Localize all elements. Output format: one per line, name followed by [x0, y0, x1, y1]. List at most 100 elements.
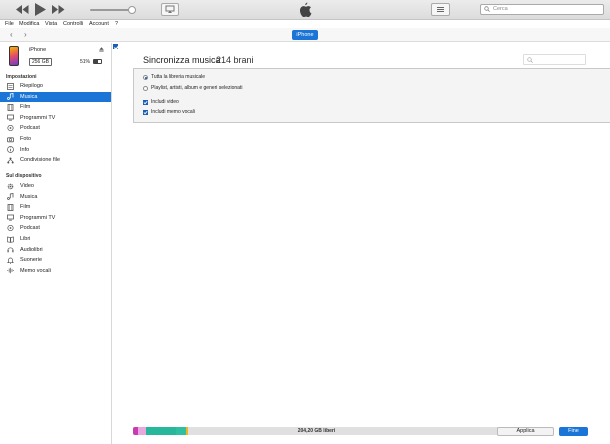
search-input[interactable]: Cerca [480, 4, 604, 15]
list-view-button[interactable] [431, 3, 450, 16]
sidebar-item-label: Film [20, 104, 31, 111]
sidebar-item-info[interactable]: Info [0, 145, 111, 155]
include-voice-memos-option[interactable]: Includi memo vocali [143, 109, 195, 116]
search-icon [527, 57, 533, 63]
menu-help[interactable]: ? [115, 20, 118, 28]
battery-fill [94, 60, 98, 63]
sidebar-item-libri[interactable]: Libri [0, 234, 111, 244]
radio-entire-library[interactable]: Tutta la libreria musicale [143, 74, 205, 81]
settings-section-title: Impostazioni [6, 74, 37, 80]
sidebar-item-label: Film [20, 204, 31, 211]
battery-percent: 51% [80, 59, 91, 65]
sidebar-item-label: Musica [20, 193, 38, 200]
gear-video-icon [7, 183, 14, 189]
bell-icon [7, 257, 14, 264]
radio-button[interactable] [143, 86, 148, 91]
include-voice-memos-checkbox[interactable] [143, 110, 148, 115]
radio-button-selected[interactable] [143, 75, 148, 80]
sidebar-item-film[interactable]: Film [0, 202, 111, 212]
free-space-label: 204,20 GB liberi [297, 428, 336, 434]
apply-button[interactable]: Applica [497, 427, 554, 436]
sidebar-item-musica[interactable]: Musica [0, 91, 111, 102]
checkmark-icon [143, 101, 148, 105]
audiobook-icon [7, 247, 14, 253]
toolbar: Cerca [0, 0, 610, 20]
search-placeholder: Cerca [493, 6, 508, 12]
iphone-thumbnail [9, 46, 19, 66]
info-icon [7, 146, 14, 153]
camera-icon [7, 136, 14, 142]
eject-icon[interactable] [99, 47, 104, 52]
sidebar-item-suonerie[interactable]: Suonerie [0, 255, 111, 265]
menu-controlli[interactable]: Controlli [63, 20, 83, 28]
include-videos-option[interactable]: Includi video [143, 99, 179, 106]
sidebar-item-programmi-tv[interactable]: Programmi TV [0, 213, 111, 223]
sidebar-item-label: Condivisione file [20, 157, 61, 164]
back-arrow-icon[interactable]: ‹ [10, 30, 13, 40]
volume-slider[interactable] [90, 9, 132, 11]
sidebar-item-film[interactable]: Film [0, 102, 111, 112]
sidebar-item-audiolibri[interactable]: Audiolibri [0, 245, 111, 255]
sidebar-item-memo-vocali[interactable]: Memo vocali [0, 266, 111, 276]
sidebar-item-podcast[interactable]: Podcast [0, 223, 111, 233]
filter-input[interactable] [523, 54, 586, 65]
sidebar-item-programmi-tv[interactable]: Programmi TV [0, 113, 111, 123]
book-icon [7, 236, 14, 243]
checkmark-icon [113, 45, 120, 50]
fast-forward-icon[interactable] [52, 5, 65, 14]
sidebar-item-label: Info [20, 146, 30, 153]
navigation-row: ‹ › iPhone [0, 28, 610, 42]
rewind-icon[interactable] [16, 5, 29, 14]
menu-file[interactable]: File [5, 20, 14, 28]
tv-icon [7, 114, 14, 121]
sidebar-item-condivisione-file[interactable]: Condivisione file [0, 155, 111, 165]
play-icon[interactable] [35, 3, 46, 16]
sync-options-panel: Tutta la libreria musicale Playlist, art… [133, 68, 610, 123]
sidebar-item-label: Podcast [20, 225, 40, 232]
device-summary[interactable]: iPhone 256 GB 51% [0, 43, 112, 71]
music-note-icon [7, 193, 14, 200]
checkmark-icon [143, 111, 148, 115]
sidebar-item-podcast[interactable]: Podcast [0, 123, 111, 133]
storage-capacity-bar: 204,20 GB liberi [133, 427, 500, 435]
sync-song-count: 214 brani [216, 55, 254, 65]
sidebar-item-label: Programmi TV [20, 214, 56, 221]
summary-icon [7, 82, 14, 90]
include-voice-memos-label: Includi memo vocali [151, 109, 195, 115]
include-videos-label: Includi video [151, 99, 179, 105]
device-section-title: Sul dispositivo [6, 173, 42, 179]
forward-arrow-icon[interactable]: › [24, 30, 27, 40]
sync-music-checkbox[interactable] [113, 44, 120, 50]
sidebar-item-label: Foto [20, 136, 32, 142]
menu-vista[interactable]: Vista [45, 20, 57, 28]
sync-music-title: Sincronizza musica [143, 55, 221, 65]
main-content: Sincronizza musica 214 brani Tutta la li… [113, 43, 610, 444]
radio-entire-library-label: Tutta la libreria musicale [151, 74, 206, 80]
menu-modifica[interactable]: Modifica [19, 20, 39, 28]
done-button[interactable]: Fine [559, 427, 588, 436]
music-note-icon [7, 93, 14, 100]
volume-knob[interactable] [128, 6, 136, 14]
sidebar-item-musica[interactable]: Musica [0, 192, 111, 202]
sidebar-item-foto[interactable]: Foto [0, 134, 111, 144]
voice-memo-icon [7, 267, 14, 274]
airplay-button[interactable] [161, 3, 179, 16]
podcast-icon [7, 124, 14, 131]
film-icon [7, 203, 14, 211]
menu-account[interactable]: Account [89, 20, 109, 28]
tv-icon [7, 214, 14, 221]
podcast-icon [7, 224, 14, 231]
sidebar-item-label: Video [20, 183, 34, 189]
radio-selected-items[interactable]: Playlist, artisti, album e generi selezi… [143, 85, 242, 92]
device-button[interactable]: iPhone [292, 30, 318, 40]
sidebar-item-riepilogo[interactable]: Riepilogo [0, 81, 111, 91]
sidebar-item-video[interactable]: Video [0, 181, 111, 191]
sidebar: iPhone 256 GB 51% Impostazioni Riepilogo… [0, 43, 112, 444]
airplay-icon [165, 5, 175, 13]
sidebar-item-label: Suonerie [20, 257, 43, 264]
radio-selected-items-label: Playlist, artisti, album e generi selezi… [151, 85, 243, 91]
capacity-badge: 256 GB [29, 58, 52, 66]
include-videos-checkbox[interactable] [143, 100, 148, 105]
apple-logo-icon [299, 2, 312, 17]
sidebar-item-label: Podcast [20, 125, 40, 132]
